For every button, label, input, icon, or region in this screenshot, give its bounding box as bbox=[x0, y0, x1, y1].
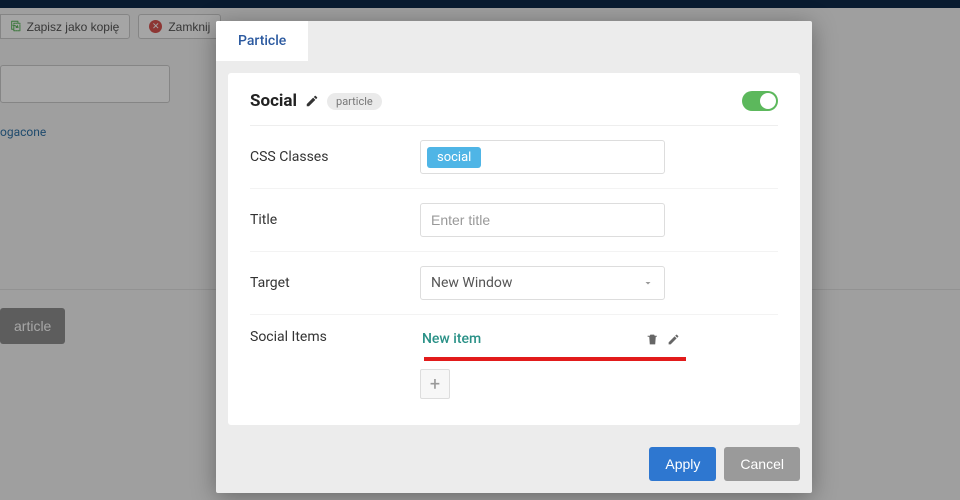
enabled-toggle[interactable] bbox=[742, 91, 778, 111]
row-social-items: Social Items New item + bbox=[250, 315, 778, 413]
css-tag[interactable]: social bbox=[427, 147, 481, 168]
social-item-name: New item bbox=[422, 331, 481, 347]
modal-panel: Social particle CSS Classes social Title bbox=[228, 73, 800, 425]
chevron-down-icon bbox=[642, 277, 654, 289]
edit-title-icon[interactable] bbox=[305, 94, 319, 108]
add-item-button[interactable]: + bbox=[420, 369, 450, 399]
row-target: Target New Window bbox=[250, 252, 778, 315]
tab-particle[interactable]: Particle bbox=[216, 21, 308, 61]
title-input[interactable] bbox=[420, 203, 665, 237]
panel-header: Social particle bbox=[250, 91, 778, 126]
panel-title: Social bbox=[250, 91, 297, 111]
row-title: Title bbox=[250, 189, 778, 252]
apply-button[interactable]: Apply bbox=[649, 447, 716, 481]
trash-icon[interactable] bbox=[646, 333, 659, 346]
label-css-classes: CSS Classes bbox=[250, 149, 420, 165]
pencil-icon[interactable] bbox=[667, 333, 680, 346]
cancel-button[interactable]: Cancel bbox=[724, 447, 800, 481]
css-classes-input[interactable]: social bbox=[420, 140, 665, 174]
particle-chip: particle bbox=[327, 93, 382, 110]
tab-bar: Particle bbox=[216, 21, 812, 61]
social-item-row[interactable]: New item bbox=[420, 329, 680, 349]
label-title: Title bbox=[250, 212, 420, 228]
target-value: New Window bbox=[431, 275, 512, 291]
target-select[interactable]: New Window bbox=[420, 266, 665, 300]
row-css-classes: CSS Classes social bbox=[250, 126, 778, 189]
particle-modal: Particle Social particle CSS Classes soc… bbox=[216, 21, 812, 493]
highlight-underline bbox=[424, 357, 686, 361]
label-target: Target bbox=[250, 275, 420, 291]
modal-footer: Apply Cancel bbox=[216, 437, 812, 493]
label-social-items: Social Items bbox=[250, 329, 420, 345]
panel-title-wrap: Social particle bbox=[250, 91, 382, 111]
